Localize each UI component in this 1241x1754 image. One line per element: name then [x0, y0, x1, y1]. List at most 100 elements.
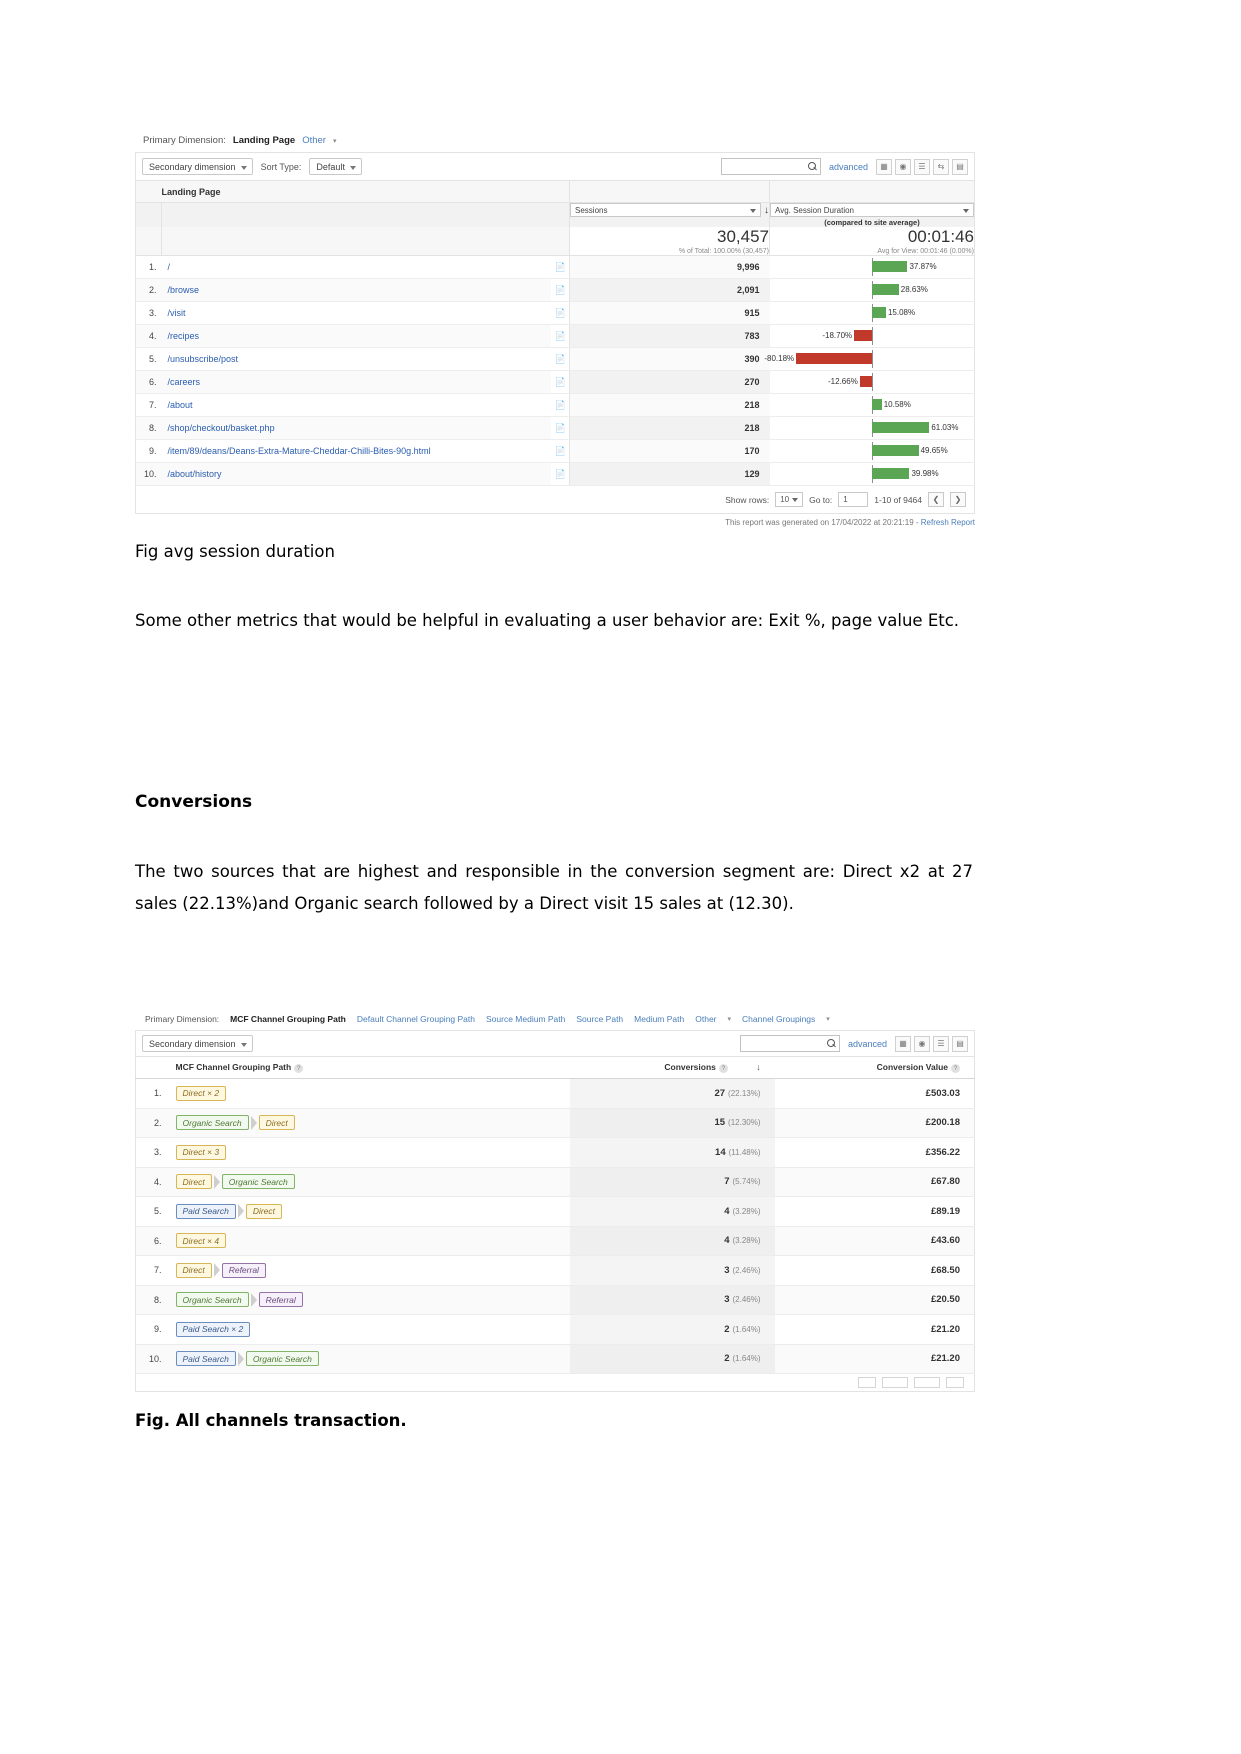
- sort-descending-icon-2[interactable]: ↓: [756, 1062, 760, 1072]
- open-page-icon[interactable]: 📄: [551, 393, 571, 417]
- refresh-report-link[interactable]: Refresh Report: [921, 518, 975, 527]
- advanced-link-2[interactable]: advanced: [848, 1039, 887, 1049]
- column-header-landing-page[interactable]: Landing Page: [161, 180, 570, 203]
- landing-page-link[interactable]: /about/history: [168, 469, 222, 479]
- landing-page-link[interactable]: /careers: [168, 377, 201, 387]
- row-index: 8.: [135, 416, 162, 440]
- dimension-link-medium-path[interactable]: Medium Path: [634, 1014, 684, 1024]
- channel-chip[interactable]: Direct: [258, 1115, 295, 1131]
- channel-chip[interactable]: Organic Search: [175, 1115, 249, 1131]
- row-duration-bar: -18.70%: [769, 324, 975, 348]
- pie-view-icon[interactable]: ◉: [895, 158, 911, 175]
- conversions-percent: (5.74%): [732, 1177, 761, 1187]
- help-icon-value[interactable]: ?: [951, 1063, 960, 1073]
- channel-chip[interactable]: Direct: [245, 1203, 283, 1219]
- open-page-icon[interactable]: 📄: [551, 416, 571, 440]
- channel-chip[interactable]: Paid Search × 2: [175, 1321, 251, 1337]
- primary-dimension-value-2[interactable]: MCF Channel Grouping Path: [230, 1014, 346, 1024]
- channel-chip[interactable]: Direct: [175, 1262, 212, 1278]
- dimension-link-default-channel-grouping-path[interactable]: Default Channel Grouping Path: [357, 1014, 475, 1024]
- footer-control-2[interactable]: [882, 1377, 908, 1388]
- table-view-icon-2[interactable]: ▦: [895, 1035, 911, 1052]
- view-mode-icons: ▦ ◉ ☰ ⇆ ▤: [876, 158, 968, 175]
- landing-page-link[interactable]: /shop/checkout/basket.php: [168, 423, 275, 433]
- primary-dimension-value[interactable]: Landing Page: [233, 135, 295, 146]
- total-sessions-subtext: % of Total: 100.00% (30,457): [678, 248, 769, 255]
- sort-type-select[interactable]: Default: [309, 158, 362, 175]
- open-page-icon[interactable]: 📄: [551, 462, 571, 486]
- row-index: 2.: [135, 278, 162, 302]
- row-sessions: 9,996: [569, 255, 770, 279]
- other-dimension-link[interactable]: Other: [302, 135, 326, 146]
- channel-chip[interactable]: Direct × 4: [175, 1233, 227, 1249]
- secondary-dimension-select[interactable]: Secondary dimension: [142, 158, 253, 175]
- landing-page-link[interactable]: /unsubscribe/post: [168, 354, 239, 364]
- landing-page-link[interactable]: /: [168, 262, 171, 272]
- row-sessions: 915: [569, 301, 770, 325]
- help-icon-conversions[interactable]: ?: [718, 1063, 728, 1073]
- landing-page-link[interactable]: /browse: [168, 285, 200, 295]
- channel-chip[interactable]: Organic Search: [245, 1351, 319, 1367]
- open-page-icon[interactable]: 📄: [551, 347, 571, 371]
- previous-page-icon[interactable]: ❮: [928, 492, 944, 507]
- zero-line: [871, 373, 873, 391]
- row-index: 2.: [135, 1108, 168, 1138]
- conversions-count: 3: [724, 1294, 730, 1306]
- landing-page-link[interactable]: /about: [168, 400, 193, 410]
- landing-page-link[interactable]: /visit: [168, 308, 186, 318]
- dimension-link-other[interactable]: Other: [695, 1014, 716, 1024]
- open-page-icon[interactable]: 📄: [551, 301, 571, 325]
- channel-chip[interactable]: Organic Search: [175, 1292, 249, 1308]
- pie-view-icon-2[interactable]: ◉: [914, 1035, 930, 1052]
- table-view-icon[interactable]: ▦: [876, 158, 892, 175]
- metric-select-avg-session-duration[interactable]: Avg. Session Duration: [770, 203, 974, 217]
- channel-chip[interactable]: Paid Search: [175, 1351, 236, 1367]
- bar-label: 39.98%: [911, 469, 939, 478]
- dimension-link-channel-groupings[interactable]: Channel Groupings: [742, 1014, 815, 1024]
- chevron-down-icon-other: ▾: [727, 1016, 732, 1023]
- secondary-dimension-select-2[interactable]: Secondary dimension: [142, 1035, 253, 1052]
- advanced-link[interactable]: advanced: [829, 162, 868, 172]
- channel-chip[interactable]: Organic Search: [221, 1174, 295, 1190]
- goto-page-input[interactable]: 1: [838, 492, 869, 507]
- dimension-link-source-path[interactable]: Source Path: [576, 1014, 623, 1024]
- comparison-bar: -12.66%: [774, 371, 971, 393]
- landing-page-link[interactable]: /item/89/deans/Deans-Extra-Mature-Chedda…: [168, 446, 431, 456]
- footer-control-4[interactable]: [946, 1377, 964, 1388]
- sort-descending-icon[interactable]: ↓: [764, 205, 769, 216]
- channel-chip[interactable]: Direct × 3: [175, 1144, 227, 1160]
- col-header-conversions[interactable]: Conversions: [664, 1062, 716, 1072]
- channel-chip[interactable]: Referral: [258, 1292, 303, 1308]
- dimension-link-source-medium-path[interactable]: Source Medium Path: [486, 1014, 565, 1024]
- help-icon-path[interactable]: ?: [294, 1063, 304, 1073]
- search-input-2[interactable]: [739, 1035, 840, 1052]
- row-index: 4.: [135, 1167, 168, 1197]
- open-page-icon[interactable]: 📄: [551, 324, 571, 348]
- metric-select-sessions[interactable]: Sessions: [570, 203, 761, 217]
- conversion-value-amount: £43.60: [930, 1235, 960, 1247]
- channel-path: Direct × 4: [175, 1233, 569, 1249]
- paragraph-other-metrics: Some other metrics that would be helpful…: [135, 611, 960, 630]
- open-page-icon[interactable]: 📄: [551, 255, 571, 279]
- channel-chip[interactable]: Direct: [175, 1174, 212, 1190]
- landing-page-link[interactable]: /recipes: [168, 331, 200, 341]
- footer-control-3[interactable]: [914, 1377, 940, 1388]
- next-page-icon[interactable]: ❯: [950, 492, 966, 507]
- channel-chip[interactable]: Referral: [221, 1262, 266, 1278]
- open-page-icon[interactable]: 📄: [551, 278, 571, 302]
- performance-view-icon[interactable]: ☰: [914, 158, 930, 175]
- performance-view-icon-2[interactable]: ☰: [933, 1035, 949, 1052]
- col-header-conversion-value[interactable]: Conversion Value: [877, 1062, 948, 1072]
- footer-control-1[interactable]: [858, 1377, 876, 1388]
- comparison-view-icon[interactable]: ⇆: [933, 158, 949, 175]
- pivot-view-icon[interactable]: ▤: [952, 158, 968, 175]
- search-input[interactable]: [720, 158, 821, 175]
- show-rows-select[interactable]: 10: [775, 492, 804, 507]
- open-page-icon[interactable]: 📄: [551, 370, 571, 394]
- channel-chip[interactable]: Paid Search: [175, 1203, 236, 1219]
- pivot-view-icon-2[interactable]: ▤: [952, 1035, 968, 1052]
- col-header-mcf-path[interactable]: MCF Channel Grouping Path: [176, 1062, 292, 1072]
- bar-label: -18.70%: [822, 331, 853, 340]
- open-page-icon[interactable]: 📄: [551, 439, 571, 463]
- channel-chip[interactable]: Direct × 2: [175, 1085, 227, 1101]
